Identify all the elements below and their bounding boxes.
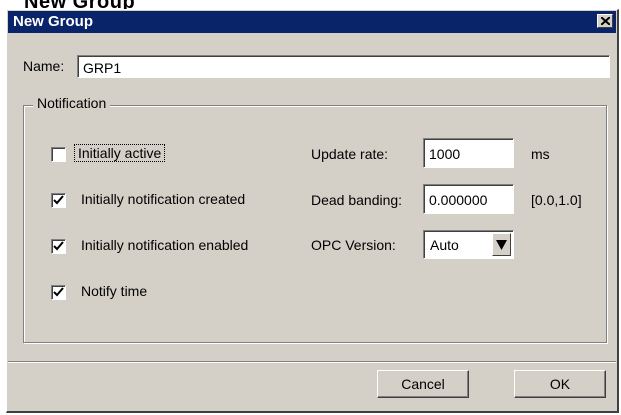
notification-created-checkbox[interactable] (51, 193, 66, 208)
chevron-down-icon (496, 240, 507, 250)
title-bar[interactable]: New Group (8, 11, 616, 33)
dead-banding-label: Dead banding: (311, 192, 403, 208)
name-label: Name: (23, 58, 65, 74)
update-rate-label: Update rate: (311, 146, 389, 162)
dead-banding-input[interactable] (423, 184, 514, 214)
update-rate-input[interactable] (423, 138, 514, 168)
opc-version-label: OPC Version: (311, 237, 396, 253)
notification-created-label[interactable]: Initially notification created (81, 191, 245, 207)
cancel-button[interactable]: Cancel (377, 370, 469, 398)
footer-divider (8, 361, 616, 363)
window-title: New Group (13, 13, 94, 30)
close-button[interactable] (597, 14, 613, 28)
notify-time-label[interactable]: Notify time (81, 283, 147, 299)
checkmark-icon (53, 241, 64, 251)
notification-legend: Notification (33, 95, 111, 111)
opc-version-value: Auto (430, 237, 459, 253)
initially-active-checkbox[interactable] (51, 147, 66, 162)
notify-time-checkbox[interactable] (51, 285, 66, 300)
checkmark-icon (53, 287, 64, 297)
notification-enabled-label[interactable]: Initially notification enabled (81, 237, 248, 253)
opc-version-dropdown-button[interactable] (492, 233, 511, 256)
notification-group (23, 105, 607, 343)
close-icon (601, 17, 610, 25)
update-rate-unit: ms (531, 146, 550, 162)
checkmark-icon (53, 195, 64, 205)
notification-enabled-checkbox[interactable] (51, 239, 66, 254)
name-input[interactable] (77, 55, 610, 78)
opc-version-select[interactable]: Auto (423, 230, 514, 259)
dead-banding-range: [0.0,1.0] (531, 192, 582, 208)
new-group-dialog: New Group Name: Notification Initially a… (6, 9, 619, 413)
initially-active-label[interactable]: Initially active (74, 144, 166, 162)
ok-button[interactable]: OK (514, 370, 606, 398)
